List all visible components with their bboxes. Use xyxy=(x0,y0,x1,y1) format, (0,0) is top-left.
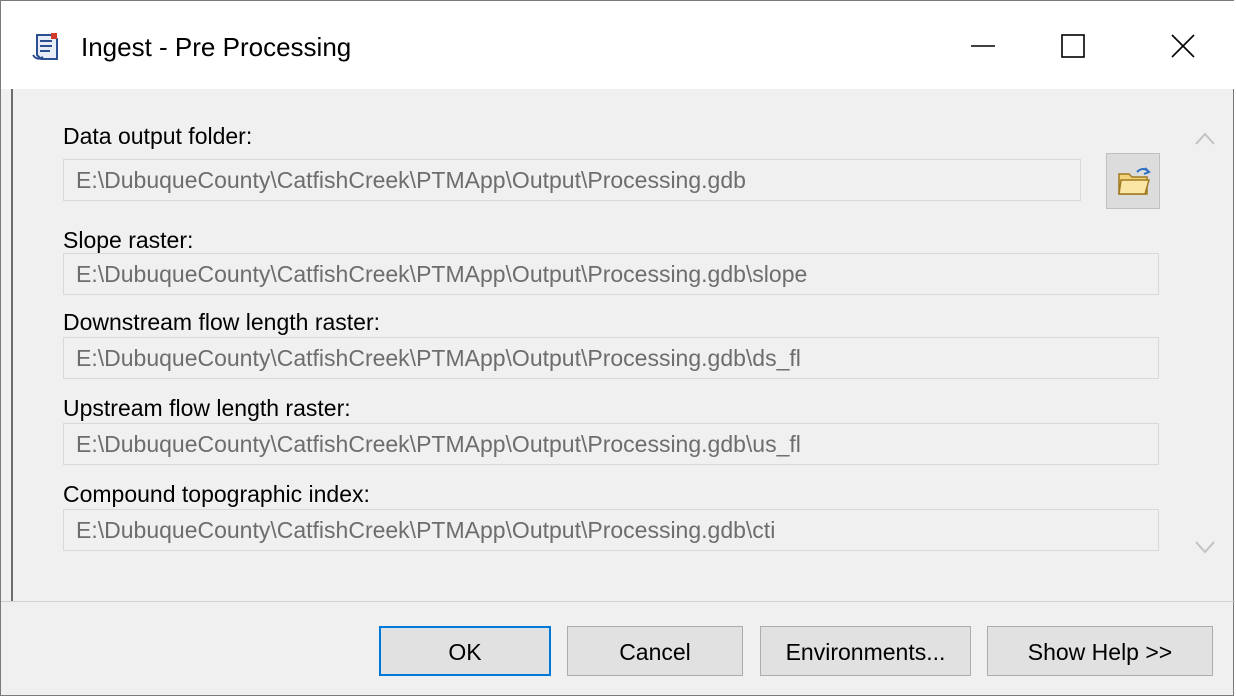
cti-label: Compound topographic index: xyxy=(63,481,370,507)
browse-folder-button[interactable] xyxy=(1106,153,1160,209)
downstream-flow-label: Downstream flow length raster: xyxy=(63,309,381,335)
maximize-icon xyxy=(1061,34,1085,58)
minimize-icon xyxy=(971,45,995,47)
tool-script-icon xyxy=(31,31,61,63)
scroll-up-button[interactable] xyxy=(1185,117,1225,167)
output-folder-field[interactable]: E:\DubuqueCounty\CatfishCreek\PTMApp\Out… xyxy=(63,159,1081,201)
open-folder-icon xyxy=(1118,167,1151,195)
close-button[interactable] xyxy=(1151,13,1215,79)
ok-button[interactable]: OK xyxy=(379,626,551,676)
cancel-button[interactable]: Cancel xyxy=(567,626,743,676)
environments-button[interactable]: Environments... xyxy=(760,626,971,676)
scroll-down-button[interactable] xyxy=(1185,527,1225,577)
downstream-flow-field[interactable]: E:\DubuqueCounty\CatfishCreek\PTMApp\Out… xyxy=(63,337,1159,379)
maximize-button[interactable] xyxy=(1041,13,1105,79)
slope-raster-label: Slope raster: xyxy=(63,227,194,253)
output-folder-label: Data output folder: xyxy=(63,123,253,149)
show-help-button[interactable]: Show Help >> xyxy=(987,626,1213,676)
vertical-scrollbar[interactable] xyxy=(1185,89,1225,599)
chevron-up-icon xyxy=(1195,132,1215,145)
footer-divider xyxy=(1,601,1235,602)
chevron-down-icon xyxy=(1195,541,1215,554)
upstream-flow-field[interactable]: E:\DubuqueCounty\CatfishCreek\PTMApp\Out… xyxy=(63,423,1159,465)
title-bar[interactable]: Ingest - Pre Processing xyxy=(1,1,1235,89)
dialog-window: Ingest - Pre Processing Data output fold… xyxy=(0,0,1235,696)
close-icon xyxy=(1171,34,1195,58)
upstream-flow-label: Upstream flow length raster: xyxy=(63,395,351,421)
window-title: Ingest - Pre Processing xyxy=(81,32,352,62)
cti-field[interactable]: E:\DubuqueCounty\CatfishCreek\PTMApp\Out… xyxy=(63,509,1159,551)
slope-raster-field[interactable]: E:\DubuqueCounty\CatfishCreek\PTMApp\Out… xyxy=(63,253,1159,295)
minimize-button[interactable] xyxy=(951,13,1015,79)
